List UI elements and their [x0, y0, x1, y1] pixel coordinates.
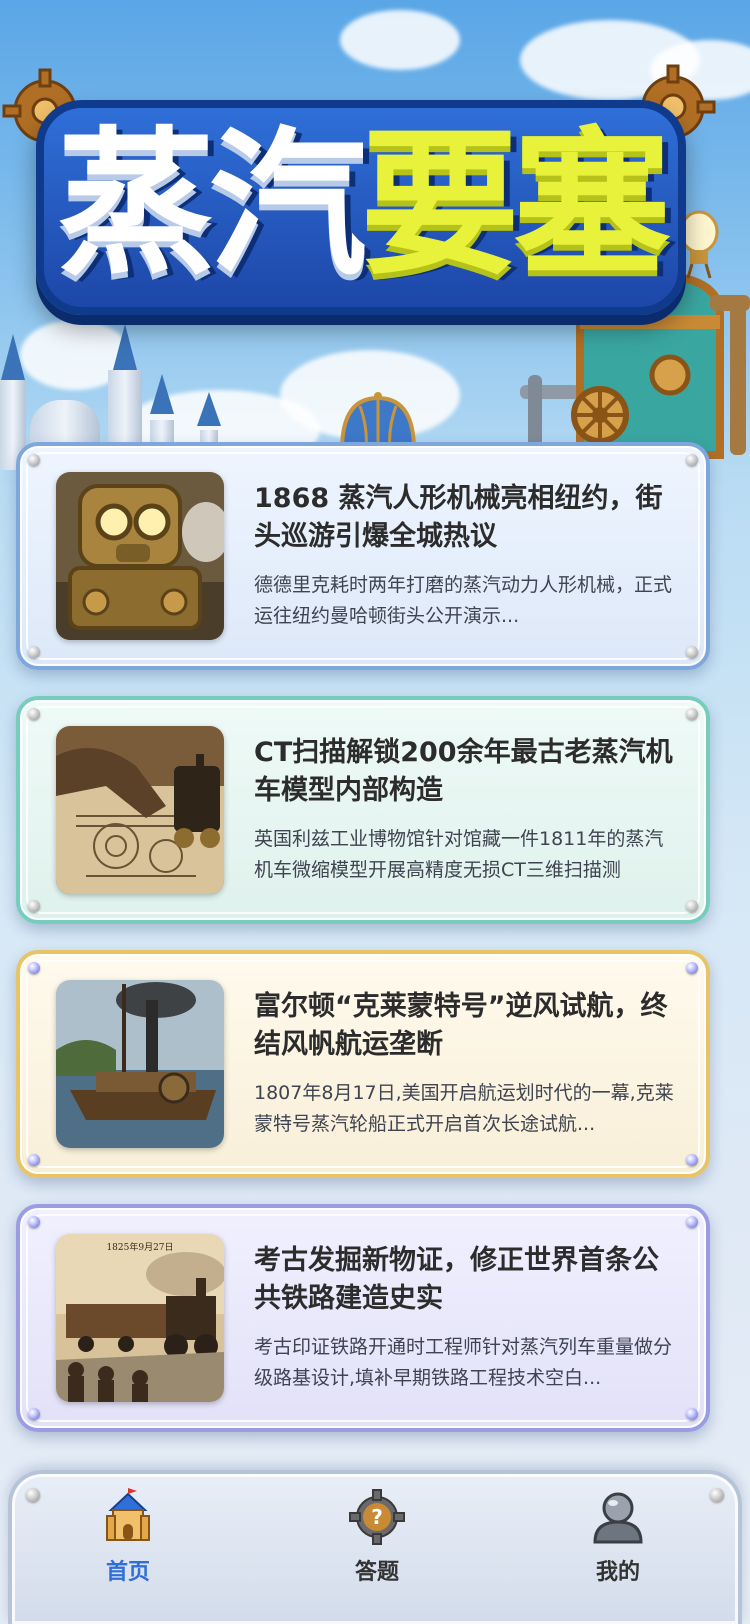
app-title: 蒸汽要塞	[36, 110, 686, 300]
rivet-decoration	[686, 708, 698, 720]
steamboat-image	[56, 980, 224, 1148]
rivet-decoration	[28, 1216, 40, 1228]
news-thumbnail[interactable]	[56, 472, 224, 640]
tab-profile[interactable]: 我的	[558, 1484, 678, 1624]
rivet-decoration	[26, 1488, 40, 1502]
rivet-decoration	[710, 1488, 724, 1502]
rivet-decoration	[28, 900, 40, 912]
news-summary: 英国利兹工业博物馆针对馆藏一件1811年的蒸汽机车微缩模型开展高精度无损CT三维…	[254, 828, 664, 881]
news-thumbnail[interactable]	[56, 980, 224, 1148]
rivet-decoration	[28, 962, 40, 974]
tab-label: 我的	[595, 1560, 640, 1585]
rivet-decoration	[686, 900, 698, 912]
app-title-part2: 要塞	[361, 113, 671, 297]
tab-home[interactable]: 首页	[68, 1484, 188, 1624]
news-card[interactable]: 1868 蒸汽人形机械亮相纽约，街头巡游引爆全城热议 德德里克耗时两年打磨的蒸汽…	[16, 442, 710, 670]
tab-label: 答题	[354, 1560, 399, 1585]
steam-robot-image	[56, 472, 224, 640]
news-card[interactable]: 1825年9月27日 考古发掘新物证，修正世界首条公共铁路建造史实 考古印证铁路…	[16, 1204, 710, 1432]
locomotive-blueprint-image	[56, 726, 224, 894]
question-gear-icon: ?	[349, 1489, 405, 1545]
svg-text:?: ?	[371, 1505, 383, 1529]
news-headline[interactable]: CT扫描解锁200余年最古老蒸汽机车模型内部构造	[254, 734, 676, 810]
rivet-decoration	[686, 962, 698, 974]
app-title-part1: 蒸汽	[57, 113, 367, 297]
image-caption: 1825年9月27日	[106, 1243, 174, 1253]
news-summary: 考古印证铁路开通时工程师针对蒸汽列车重量做分级路基设计,填补早期铁路工程技术空白…	[254, 1336, 673, 1389]
news-thumbnail[interactable]	[56, 726, 224, 894]
rivet-decoration	[686, 1408, 698, 1420]
news-headline[interactable]: 1868 蒸汽人形机械亮相纽约，街头巡游引爆全城热议	[254, 480, 676, 556]
castle-icon	[106, 1488, 150, 1541]
news-card[interactable]: CT扫描解锁200余年最古老蒸汽机车模型内部构造 英国利兹工业博物馆针对馆藏一件…	[16, 696, 710, 924]
header-banner: 蒸汽要塞	[0, 0, 750, 470]
rivet-decoration	[686, 1154, 698, 1166]
cloud	[340, 10, 460, 70]
rivet-decoration	[686, 646, 698, 658]
rivet-decoration	[28, 646, 40, 658]
app-title-logo: 蒸汽要塞	[36, 100, 686, 315]
bottom-tab-bar: 首页 ? 答题 我的	[8, 1470, 742, 1624]
rivet-decoration	[28, 708, 40, 720]
rivet-decoration	[686, 1216, 698, 1228]
railway-crowd-image	[56, 1234, 224, 1402]
news-thumbnail[interactable]: 1825年9月27日	[56, 1234, 224, 1402]
rivet-decoration	[686, 454, 698, 466]
rivet-decoration	[28, 1408, 40, 1420]
rivet-decoration	[28, 1154, 40, 1166]
news-card[interactable]: 富尔顿“克莱蒙特号”逆风试航，终结风帆航运垄断 1807年8月17日,美国开启航…	[16, 950, 710, 1178]
tab-quiz[interactable]: ? 答题	[317, 1484, 437, 1624]
tab-label: 首页	[105, 1560, 150, 1585]
news-summary: 德德里克耗时两年打磨的蒸汽动力人形机械，正式运往纽约曼哈顿街头公开演示...	[254, 574, 673, 627]
news-headline[interactable]: 考古发掘新物证，修正世界首条公共铁路建造史实	[254, 1242, 676, 1318]
rivet-decoration	[28, 454, 40, 466]
profile-avatar-icon	[593, 1492, 643, 1544]
news-summary: 1807年8月17日,美国开启航运划时代的一幕,克莱蒙特号蒸汽轮船正式开启首次长…	[254, 1082, 674, 1135]
news-headline[interactable]: 富尔顿“克莱蒙特号”逆风试航，终结风帆航运垄断	[254, 988, 676, 1064]
